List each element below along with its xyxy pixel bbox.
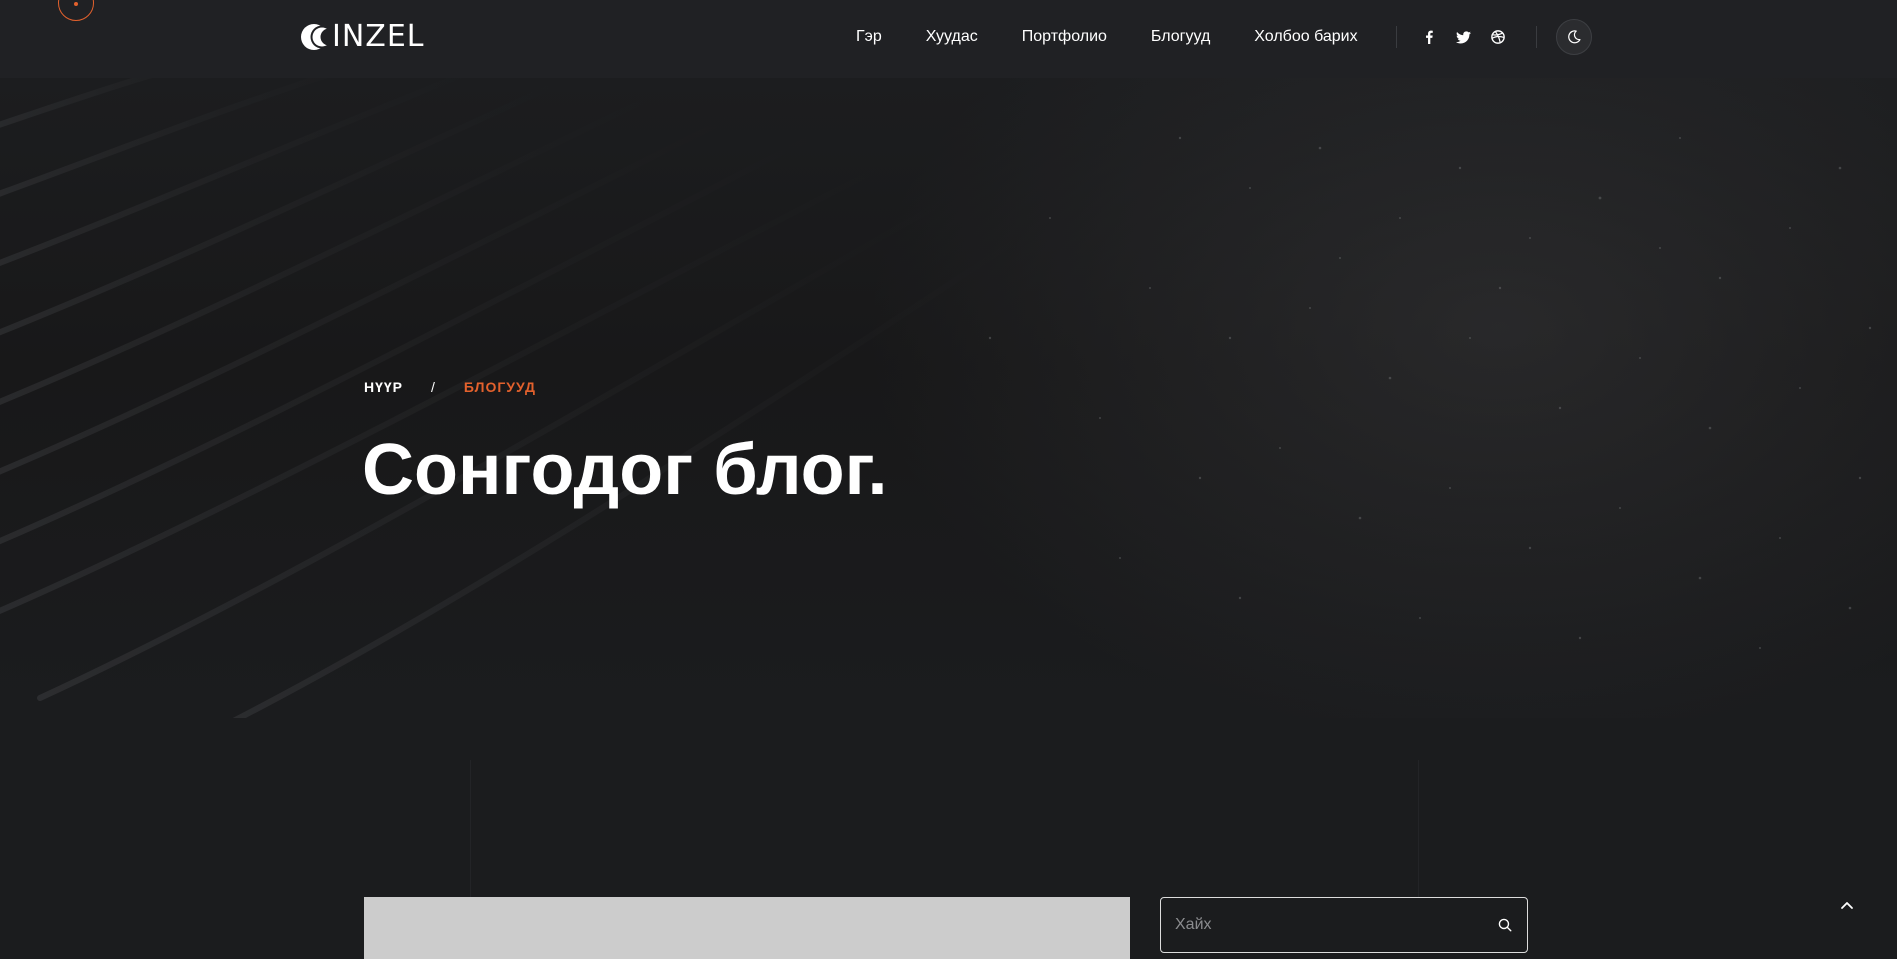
social-divider	[1536, 26, 1537, 48]
logo-mark-icon	[301, 24, 334, 50]
nav-home[interactable]: Гэр	[856, 24, 882, 50]
twitter-icon[interactable]	[1453, 27, 1473, 47]
nav-pages[interactable]: Хуудас	[926, 24, 978, 50]
breadcrumb-current: БЛОГУУД	[463, 379, 536, 395]
breadcrumb-separator: /	[431, 379, 436, 395]
logo-text: INZEL	[332, 19, 425, 54]
grid-line	[470, 760, 471, 900]
chevron-up-icon	[1841, 902, 1853, 909]
site-logo[interactable]: INZEL	[300, 21, 425, 53]
nav-contact[interactable]: Холбоо барих	[1254, 24, 1357, 50]
facebook-icon[interactable]	[1419, 27, 1439, 47]
breadcrumb-home-link[interactable]: НҮҮР	[364, 379, 403, 395]
nav-blogs[interactable]: Блогууд	[1151, 24, 1210, 50]
sand-texture-background	[0, 78, 1872, 718]
dribbble-icon[interactable]	[1488, 27, 1508, 47]
search-button[interactable]	[1493, 913, 1517, 937]
blog-post-thumbnail[interactable]	[364, 897, 1130, 959]
sidebar-search	[1160, 897, 1528, 953]
main-nav: Гэр Хуудас Портфолио Блогууд Холбоо бари…	[856, 24, 1358, 50]
page-title: Сонгодог блог.	[362, 430, 888, 510]
grid-line	[1418, 760, 1419, 900]
search-icon	[1498, 918, 1512, 932]
site-header: INZEL Гэр Хуудас Портфолио Блогууд Холбо…	[0, 0, 1897, 78]
custom-cursor-dot	[74, 2, 78, 6]
page-hero: НҮҮР / БЛОГУУД Сонгодог блог.	[0, 78, 1897, 718]
nav-divider	[1396, 26, 1397, 48]
page: INZEL Гэр Хуудас Портфолио Блогууд Холбо…	[0, 0, 1897, 959]
moon-icon	[1568, 30, 1581, 44]
theme-toggle-button[interactable]	[1556, 19, 1592, 55]
nav-portfolio[interactable]: Портфолио	[1022, 24, 1107, 50]
search-input[interactable]	[1175, 898, 1475, 952]
breadcrumb: НҮҮР / БЛОГУУД	[364, 379, 536, 395]
scroll-to-top-button[interactable]	[1836, 894, 1858, 916]
